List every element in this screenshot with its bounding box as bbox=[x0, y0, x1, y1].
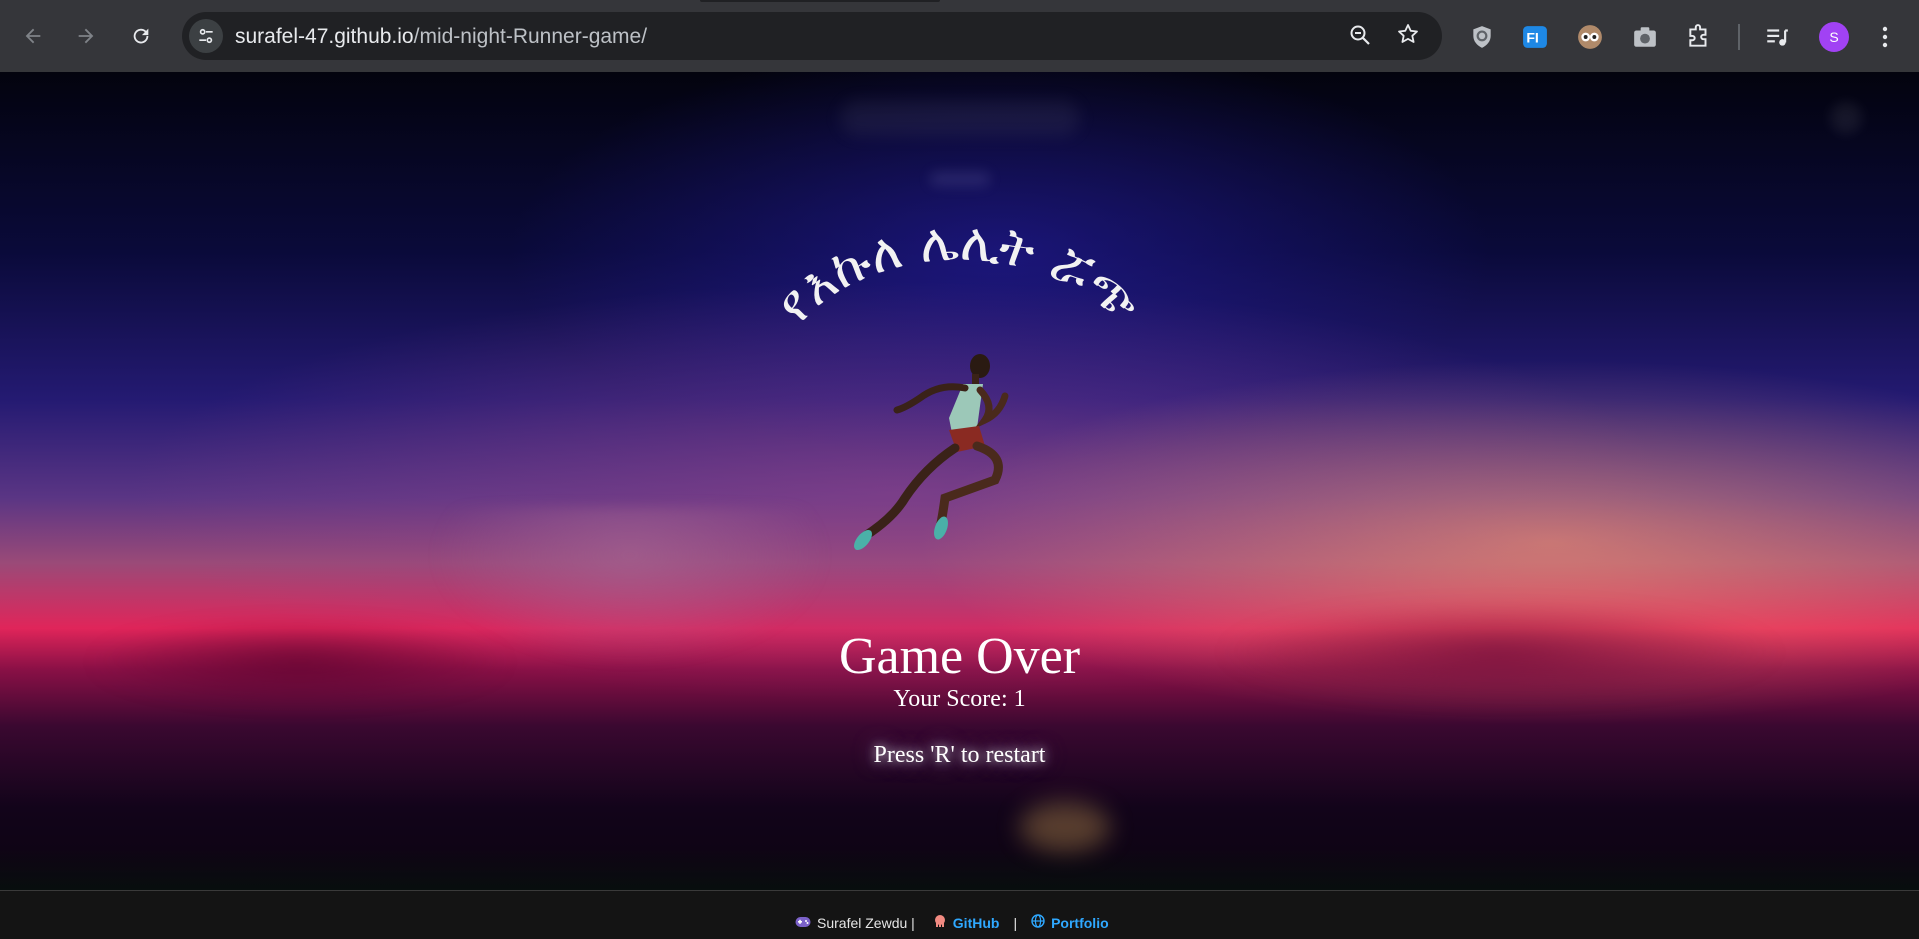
camera-extension-icon bbox=[1634, 27, 1656, 47]
game-title-text: የእኩለ ሌሊት ሯጭ bbox=[765, 212, 1153, 334]
zoom-button[interactable] bbox=[1348, 23, 1372, 52]
reload-icon bbox=[133, 28, 149, 44]
toolbar-separator bbox=[1738, 24, 1740, 50]
url-text[interactable]: surafel-47.github.io/mid-night-Runner-ga… bbox=[235, 25, 647, 49]
portfolio-link[interactable]: Portfolio bbox=[1051, 915, 1109, 931]
blurred-sprite bbox=[1020, 802, 1110, 852]
reload-button[interactable] bbox=[124, 19, 158, 53]
globe-icon bbox=[1031, 914, 1045, 931]
github-link[interactable]: GitHub bbox=[953, 915, 1000, 931]
url-path: /mid-night-Runner-game/ bbox=[413, 25, 648, 48]
octocat-icon bbox=[933, 914, 947, 931]
game-over-title: Game Over bbox=[838, 628, 1081, 685]
tune-icon bbox=[199, 28, 213, 44]
camera-extension-button[interactable] bbox=[1630, 22, 1660, 52]
footer-credits: Surafel Zewdu | GitHub | Portfolio bbox=[795, 914, 1109, 931]
bookmark-button[interactable] bbox=[1396, 22, 1420, 53]
url-host: surafel-47.github.io bbox=[235, 25, 414, 48]
site-settings-button[interactable] bbox=[189, 19, 223, 53]
owl-extension-button[interactable] bbox=[1575, 22, 1605, 52]
profile-avatar[interactable]: S bbox=[1819, 22, 1849, 52]
media-queue-icon bbox=[1767, 29, 1788, 46]
forward-button[interactable] bbox=[69, 19, 103, 53]
shield-extension-icon bbox=[1473, 26, 1491, 48]
active-tab-edge bbox=[700, 0, 940, 2]
back-button[interactable] bbox=[16, 19, 50, 53]
blurred-header bbox=[840, 100, 1080, 136]
footer-separator: | bbox=[1013, 914, 1018, 931]
arrow-left-icon bbox=[25, 28, 41, 44]
puzzle-extensions-icon bbox=[1689, 24, 1707, 47]
extensions-button[interactable] bbox=[1684, 22, 1714, 52]
arrow-right-icon bbox=[78, 28, 94, 44]
fi-extension-button[interactable]: FI bbox=[1520, 22, 1550, 52]
gamepad-icon bbox=[795, 915, 811, 931]
zoom-out-icon bbox=[1350, 25, 1370, 45]
star-icon bbox=[1398, 24, 1418, 43]
author-name: Surafel Zewdu | bbox=[817, 914, 915, 931]
shield-extension-button[interactable] bbox=[1467, 22, 1497, 52]
score-text: Your Score: 1 bbox=[893, 686, 1026, 712]
address-bar[interactable]: surafel-47.github.io/mid-night-Runner-ga… bbox=[182, 12, 1442, 60]
browser-menu-button[interactable] bbox=[1875, 20, 1895, 54]
blurred-button bbox=[1830, 102, 1862, 134]
svg-text:FI: FI bbox=[1526, 29, 1539, 45]
owl-extension-icon bbox=[1578, 25, 1602, 49]
runner-character-image bbox=[854, 354, 1009, 550]
ground-strip bbox=[0, 850, 1919, 890]
media-controls-button[interactable] bbox=[1762, 22, 1792, 52]
more-vert-icon bbox=[1882, 26, 1888, 48]
restart-hint: Press 'R' to restart bbox=[873, 742, 1046, 768]
browser-toolbar: surafel-47.github.io/mid-night-Runner-ga… bbox=[0, 0, 1919, 72]
fi-extension-icon: FI bbox=[1523, 26, 1547, 48]
page-footer: Surafel Zewdu | GitHub | Portfolio bbox=[0, 890, 1919, 939]
